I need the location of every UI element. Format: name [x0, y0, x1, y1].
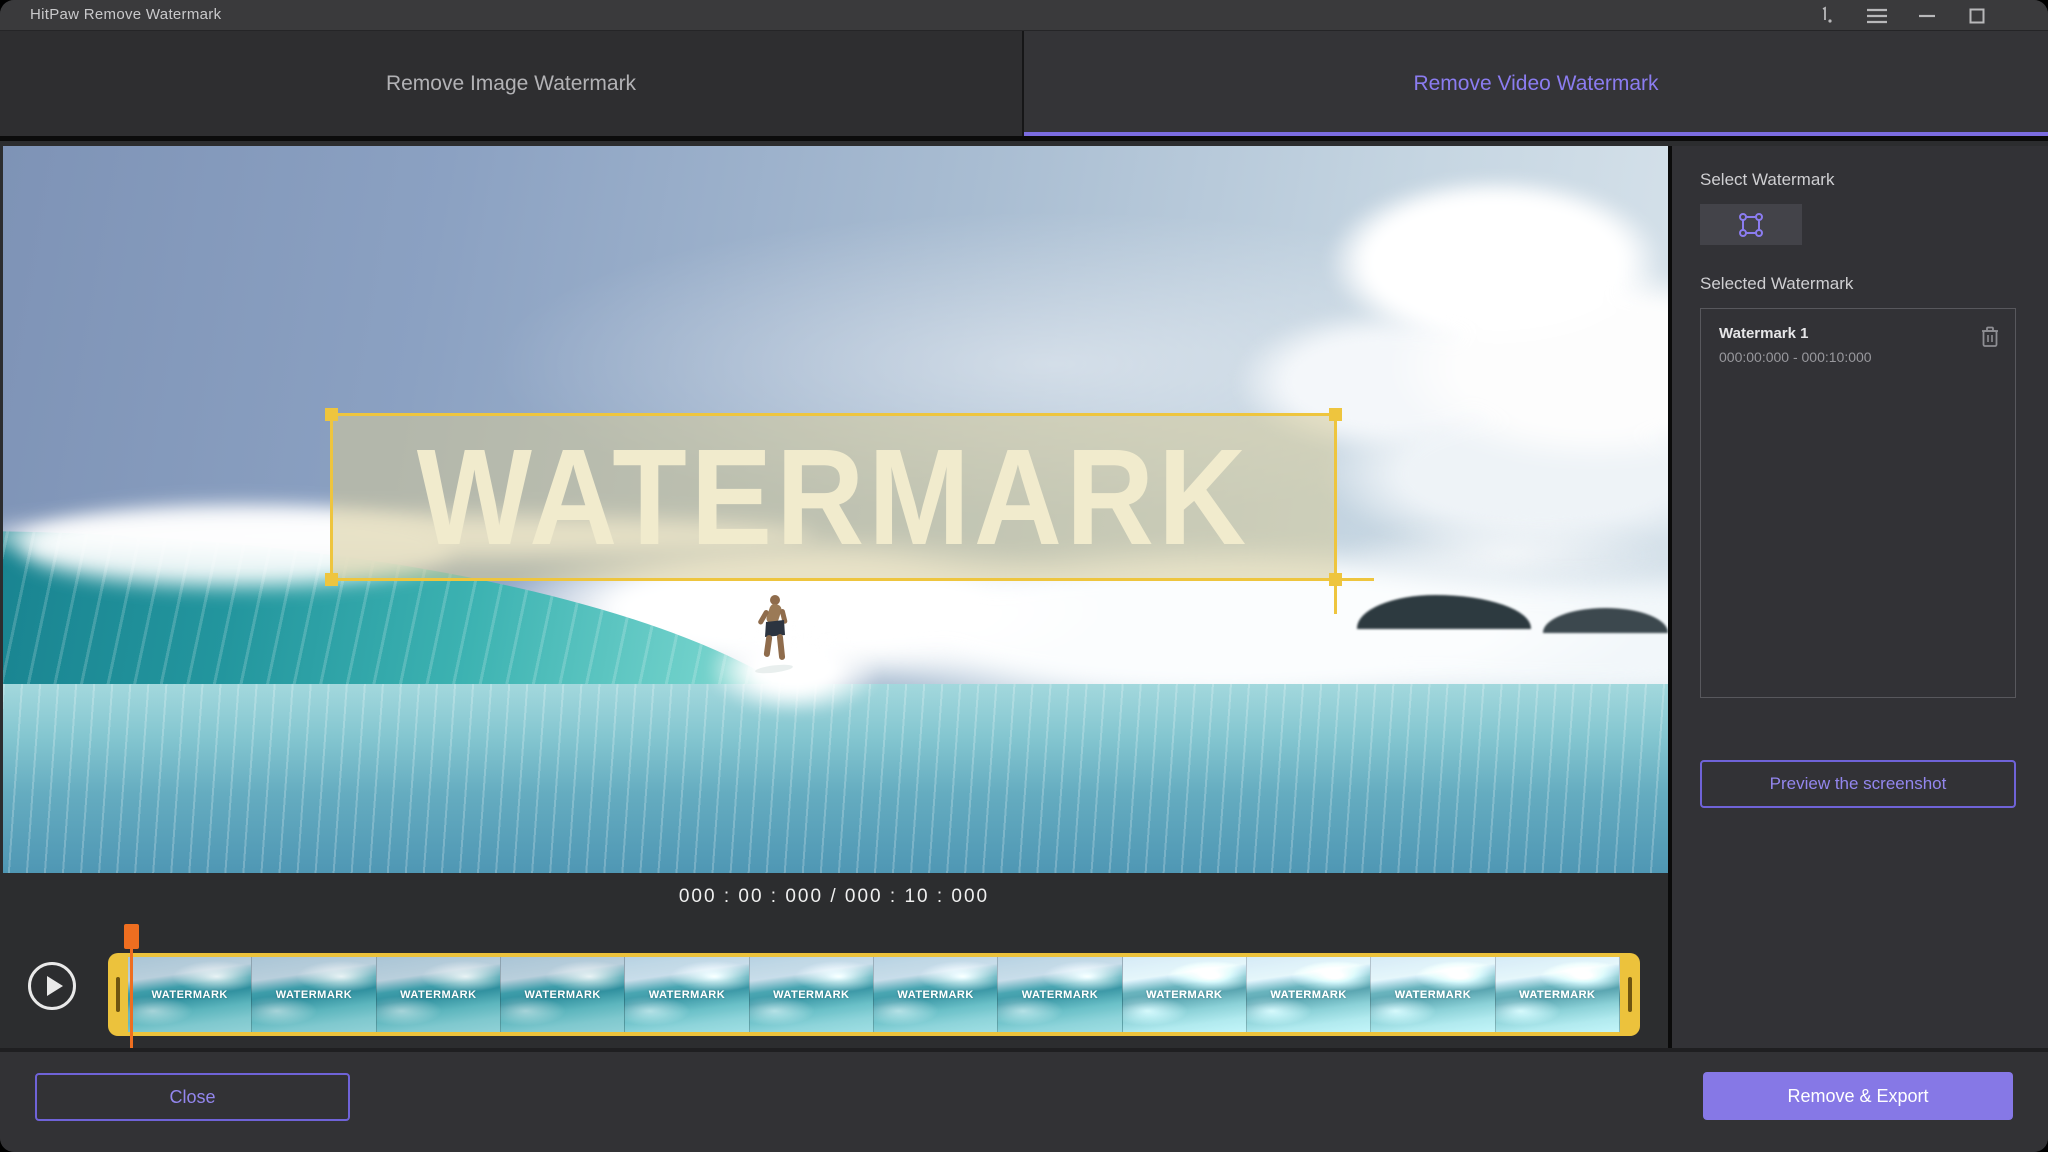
- watermark-list-panel: Watermark 1 000:00:000 - 000:10:000: [1700, 308, 2016, 698]
- filmstrip-thumbnail[interactable]: WATERMARK: [1247, 957, 1371, 1032]
- play-button[interactable]: [28, 962, 76, 1010]
- time-display: 000 : 00 : 000 / 000 : 10 : 000: [0, 873, 1668, 920]
- thumbnail-watermark-label: WATERMARK: [1146, 989, 1222, 1001]
- remove-export-button[interactable]: Remove & Export: [1703, 1072, 2013, 1120]
- titlebar: HitPaw Remove Watermark: [0, 0, 2048, 31]
- watermark-text: WATERMARK: [333, 406, 1334, 587]
- selection-handle-crosshair: [1330, 578, 1374, 581]
- filmstrip-thumbnail[interactable]: WATERMARK: [1496, 957, 1620, 1032]
- thumbnail-watermark-label: WATERMARK: [1519, 989, 1595, 1001]
- filmstrip-thumbnail[interactable]: WATERMARK: [1123, 957, 1247, 1032]
- trim-handle-right[interactable]: [1620, 953, 1640, 1036]
- marquee-select-tool-button[interactable]: [1700, 204, 1802, 245]
- filmstrip-thumbnail[interactable]: WATERMARK: [377, 957, 501, 1032]
- selection-handle-bottom-left[interactable]: [325, 573, 338, 586]
- thumbnail-watermark-label: WATERMARK: [649, 989, 725, 1001]
- thumbnail-watermark-label: WATERMARK: [1395, 989, 1471, 1001]
- selection-handle-top-left[interactable]: [325, 408, 338, 421]
- trash-icon[interactable]: [1979, 325, 2001, 349]
- window-controls: [1816, 0, 1988, 31]
- tab-remove-image-watermark[interactable]: Remove Image Watermark: [0, 31, 1024, 136]
- filmstrip-thumbnail[interactable]: WATERMARK: [750, 957, 874, 1032]
- watermark-name: Watermark 1: [1719, 325, 1999, 342]
- filmstrip-thumbnail[interactable]: WATERMARK: [625, 957, 749, 1032]
- sidebar: Select Watermark Selected Watermark Wate…: [1672, 146, 2048, 1048]
- minimize-icon[interactable]: [1916, 5, 1938, 27]
- app-title: HitPaw Remove Watermark: [30, 6, 221, 23]
- select-watermark-title: Select Watermark: [1700, 170, 1834, 190]
- selected-watermark-title: Selected Watermark: [1700, 274, 1853, 294]
- timeline-filmstrip[interactable]: WATERMARK WATERMARK WATERMARK WATERMARK WATE…: [108, 953, 1640, 1036]
- filmstrip-thumbnail[interactable]: WATERMARK: [874, 957, 998, 1032]
- filmstrip-thumbnail[interactable]: WATERMARK: [128, 957, 252, 1032]
- play-icon: [47, 976, 63, 996]
- filmstrip-thumbnail[interactable]: WATERMARK: [501, 957, 625, 1032]
- timeline: WATERMARK WATERMARK WATERMARK WATERMARK WATE…: [0, 920, 1668, 1048]
- pen-icon[interactable]: [1816, 5, 1838, 27]
- playhead[interactable]: [123, 924, 140, 1048]
- selection-handle-top-right[interactable]: [1329, 408, 1342, 421]
- footer-bar: Close Remove & Export: [0, 1048, 2048, 1152]
- thumbnail-watermark-label: WATERMARK: [151, 989, 227, 1001]
- preview-screenshot-button[interactable]: Preview the screenshot: [1700, 760, 2016, 808]
- maximize-icon[interactable]: [1966, 5, 1988, 27]
- thumbnail-watermark-label: WATERMARK: [773, 989, 849, 1001]
- menu-icon[interactable]: [1866, 5, 1888, 27]
- thumbnail-watermark-label: WATERMARK: [897, 989, 973, 1001]
- thumbnail-watermark-label: WATERMARK: [1022, 989, 1098, 1001]
- filmstrip-thumbnails: WATERMARK WATERMARK WATERMARK WATERMARK WATE…: [128, 957, 1620, 1032]
- filmstrip-thumbnail[interactable]: WATERMARK: [998, 957, 1122, 1032]
- tab-bar: Remove Image Watermark Remove Video Wate…: [0, 31, 2048, 141]
- playhead-flag[interactable]: [124, 924, 139, 949]
- filmstrip-thumbnail[interactable]: WATERMARK: [1371, 957, 1495, 1032]
- tab-remove-video-watermark[interactable]: Remove Video Watermark: [1024, 31, 2048, 136]
- thumbnail-watermark-label: WATERMARK: [276, 989, 352, 1001]
- surfer: [751, 593, 797, 681]
- filmstrip-thumbnail[interactable]: WATERMARK: [252, 957, 376, 1032]
- thumbnail-watermark-label: WATERMARK: [524, 989, 600, 1001]
- close-button[interactable]: Close: [35, 1073, 350, 1121]
- app-window: HitPaw Remove Watermark Remove Image Wat…: [0, 0, 2048, 1152]
- watermark-list-item[interactable]: Watermark 1 000:00:000 - 000:10:000: [1701, 309, 2015, 365]
- watermark-selection-box[interactable]: WATERMARK: [330, 413, 1337, 581]
- thumbnail-watermark-label: WATERMARK: [1270, 989, 1346, 1001]
- marquee-select-icon: [1737, 211, 1765, 239]
- video-preview[interactable]: WATERMARK: [3, 146, 1668, 873]
- thumbnail-watermark-label: WATERMARK: [400, 989, 476, 1001]
- watermark-time-range: 000:00:000 - 000:10:000: [1719, 349, 1999, 365]
